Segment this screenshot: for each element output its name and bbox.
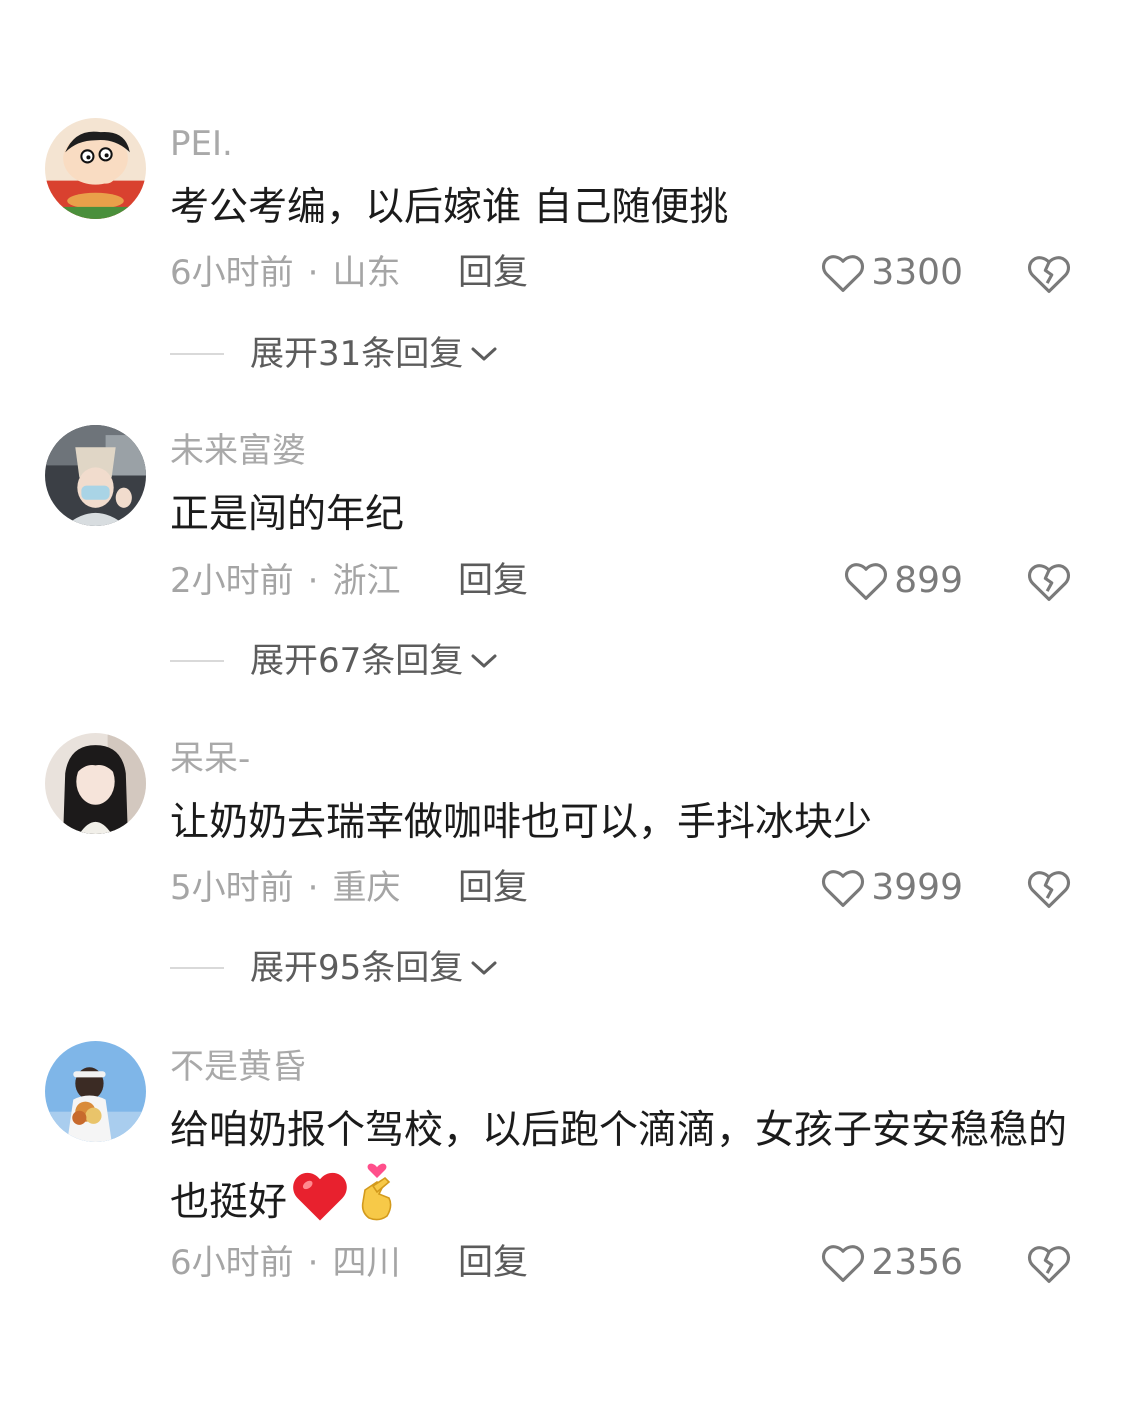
expand-divider (170, 353, 224, 355)
finger-heart-emoji (361, 1163, 392, 1221)
comment-text: 给咱奶报个驾校，以后跑个滴滴，女孩子安安稳稳的也挺好 (170, 1101, 1070, 1233)
broken-heart-icon[interactable] (1027, 560, 1071, 604)
avatar-image (45, 1041, 146, 1142)
comment-location: 浙江 (332, 561, 401, 601)
broken-heart-icon[interactable] (1027, 1242, 1071, 1286)
avatar[interactable] (45, 733, 146, 834)
heart-outline-icon (822, 1245, 865, 1282)
comment-text: 正是闯的年纪 (170, 492, 405, 537)
avatar-image (45, 425, 146, 526)
like-button[interactable]: 2356 (821, 1238, 963, 1288)
reply-button[interactable]: 回复 (458, 556, 528, 606)
meta-separator: · (307, 253, 319, 293)
like-button[interactable]: 3300 (821, 248, 963, 298)
expand-replies[interactable]: 展开31条回复 (170, 329, 499, 379)
comment-time: 5小时前 (170, 868, 294, 908)
like-button[interactable]: 3999 (821, 863, 963, 913)
comment-location: 山东 (332, 253, 401, 293)
heart-outline-icon (822, 870, 865, 907)
reply-button[interactable]: 回复 (458, 863, 528, 913)
expand-replies[interactable]: 展开95条回复 (170, 943, 499, 993)
reply-button[interactable]: 回复 (458, 248, 528, 298)
like-count: 2356 (871, 1242, 963, 1283)
meta-separator: · (307, 1243, 319, 1283)
expand-divider (170, 967, 224, 969)
username[interactable]: 呆呆- (170, 735, 250, 783)
comment-text: 考公考编，以后嫁谁 自己随便挑 (170, 185, 729, 230)
reply-button[interactable]: 回复 (458, 1238, 528, 1288)
broken-heart-icon[interactable] (1027, 252, 1071, 296)
comment-location: 四川 (332, 1243, 401, 1283)
like-button[interactable]: 899 (844, 556, 963, 606)
like-count: 3999 (871, 867, 963, 908)
comment-list: PEI. 考公考编，以后嫁谁 自己随便挑 6小时前 · 山东 回复 3300 展开3… (0, 0, 1125, 1418)
comment-meta: 6小时前 · 四川 (170, 1238, 400, 1288)
comment-location: 重庆 (332, 868, 401, 908)
comment-text: 让奶奶去瑞幸做咖啡也可以，手抖冰块少 (170, 800, 873, 845)
username[interactable]: PEI. (170, 120, 233, 168)
avatar[interactable] (45, 118, 146, 219)
red-heart-emoji (293, 1172, 347, 1221)
comment-meta: 2小时前 · 浙江 (170, 556, 400, 606)
comment-meta: 6小时前 · 山东 (170, 248, 400, 298)
username[interactable]: 未来富婆 (170, 427, 306, 475)
username[interactable]: 不是黄昏 (170, 1043, 306, 1091)
like-count: 899 (894, 560, 963, 601)
comment-meta: 5小时前 · 重庆 (170, 863, 400, 913)
meta-separator: · (307, 561, 319, 601)
avatar[interactable] (45, 1041, 146, 1142)
chevron-down-icon (471, 961, 497, 975)
expand-divider (170, 660, 224, 662)
expand-replies[interactable]: 展开67条回复 (170, 636, 499, 686)
comment-time: 2小时前 (170, 561, 294, 601)
like-count: 3300 (871, 252, 963, 293)
heart-outline-icon (822, 255, 865, 292)
avatar[interactable] (45, 425, 146, 526)
meta-separator: · (307, 868, 319, 908)
broken-heart-icon[interactable] (1027, 867, 1071, 911)
chevron-down-icon (471, 347, 497, 361)
avatar-image (45, 118, 146, 219)
expand-replies-label: 展开31条回复 (250, 334, 464, 374)
comment-time: 6小时前 (170, 1243, 294, 1283)
chevron-down-icon (471, 654, 497, 668)
avatar-image (45, 733, 146, 834)
expand-replies-label: 展开67条回复 (250, 641, 464, 681)
comment-time: 6小时前 (170, 253, 294, 293)
heart-outline-icon (845, 563, 888, 600)
expand-replies-label: 展开95条回复 (250, 948, 464, 988)
